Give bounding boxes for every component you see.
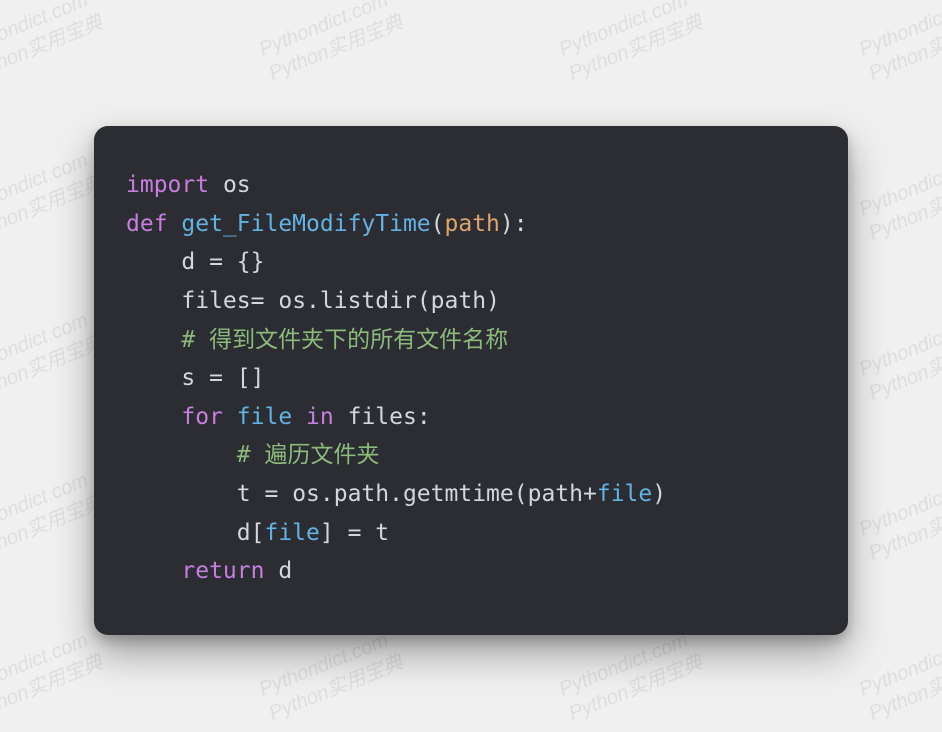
- watermark: Pythondict.comPython实用宝典: [0, 145, 107, 247]
- var-t: t: [237, 481, 251, 507]
- d-index-open: d[: [237, 520, 265, 546]
- op-plus: +: [583, 481, 597, 507]
- watermark: Pythondict.comPython实用宝典: [555, 625, 706, 727]
- list-literal: []: [237, 365, 265, 391]
- arg-file: file: [597, 481, 652, 507]
- keyword-def: def: [126, 211, 168, 237]
- keyword-import: import: [126, 172, 209, 198]
- watermark: Pythondict.comPython实用宝典: [255, 0, 406, 87]
- paren-close: ): [652, 481, 666, 507]
- assign-op: =: [334, 520, 376, 546]
- watermark: Pythondict.comPython实用宝典: [0, 625, 107, 727]
- d-key-file: file: [264, 520, 319, 546]
- loop-iter-files: files: [348, 404, 417, 430]
- call-listdir: os.listdir(: [278, 288, 430, 314]
- var-s: s: [181, 365, 195, 391]
- comment-line-1: # 得到文件夹下的所有文件名称: [181, 327, 508, 353]
- var-d: d: [181, 249, 195, 275]
- keyword-for: for: [181, 404, 223, 430]
- var-files: files: [181, 288, 250, 314]
- colon: :: [417, 404, 431, 430]
- watermark: Pythondict.comPython实用宝典: [855, 465, 942, 567]
- assign-op: =: [251, 288, 279, 314]
- comment-line-2: # 遍历文件夹: [237, 442, 380, 468]
- watermark: Pythondict.comPython实用宝典: [555, 0, 706, 87]
- return-value: d: [278, 558, 292, 584]
- watermark: Pythondict.comPython实用宝典: [0, 0, 107, 87]
- assign-op: =: [251, 481, 293, 507]
- watermark: Pythondict.comPython实用宝典: [0, 305, 107, 407]
- arg-path: path: [431, 288, 486, 314]
- dict-literal: {}: [237, 249, 265, 275]
- paren-close: ): [486, 288, 500, 314]
- module-os: os: [223, 172, 251, 198]
- watermark: Pythondict.comPython实用宝典: [855, 305, 942, 407]
- assign-op: =: [195, 365, 237, 391]
- watermark: Pythondict.comPython实用宝典: [855, 625, 942, 727]
- keyword-in: in: [306, 404, 334, 430]
- watermark: Pythondict.comPython实用宝典: [855, 145, 942, 247]
- watermark: Pythondict.comPython实用宝典: [0, 465, 107, 567]
- keyword-return: return: [181, 558, 264, 584]
- call-getmtime: os.path.getmtime(: [292, 481, 527, 507]
- loop-var-file: file: [237, 404, 292, 430]
- param-path: path: [445, 211, 500, 237]
- code-block: import os def get_FileModifyTime(path): …: [126, 166, 816, 591]
- paren-open: (: [431, 211, 445, 237]
- rhs-t: t: [375, 520, 389, 546]
- watermark: Pythondict.comPython实用宝典: [255, 625, 406, 727]
- paren-close-colon: ):: [500, 211, 528, 237]
- assign-op: =: [195, 249, 237, 275]
- code-card: import os def get_FileModifyTime(path): …: [94, 126, 848, 635]
- arg-path: path: [528, 481, 583, 507]
- d-index-close: ]: [320, 520, 334, 546]
- function-name: get_FileModifyTime: [181, 211, 430, 237]
- watermark: Pythondict.comPython实用宝典: [855, 0, 942, 87]
